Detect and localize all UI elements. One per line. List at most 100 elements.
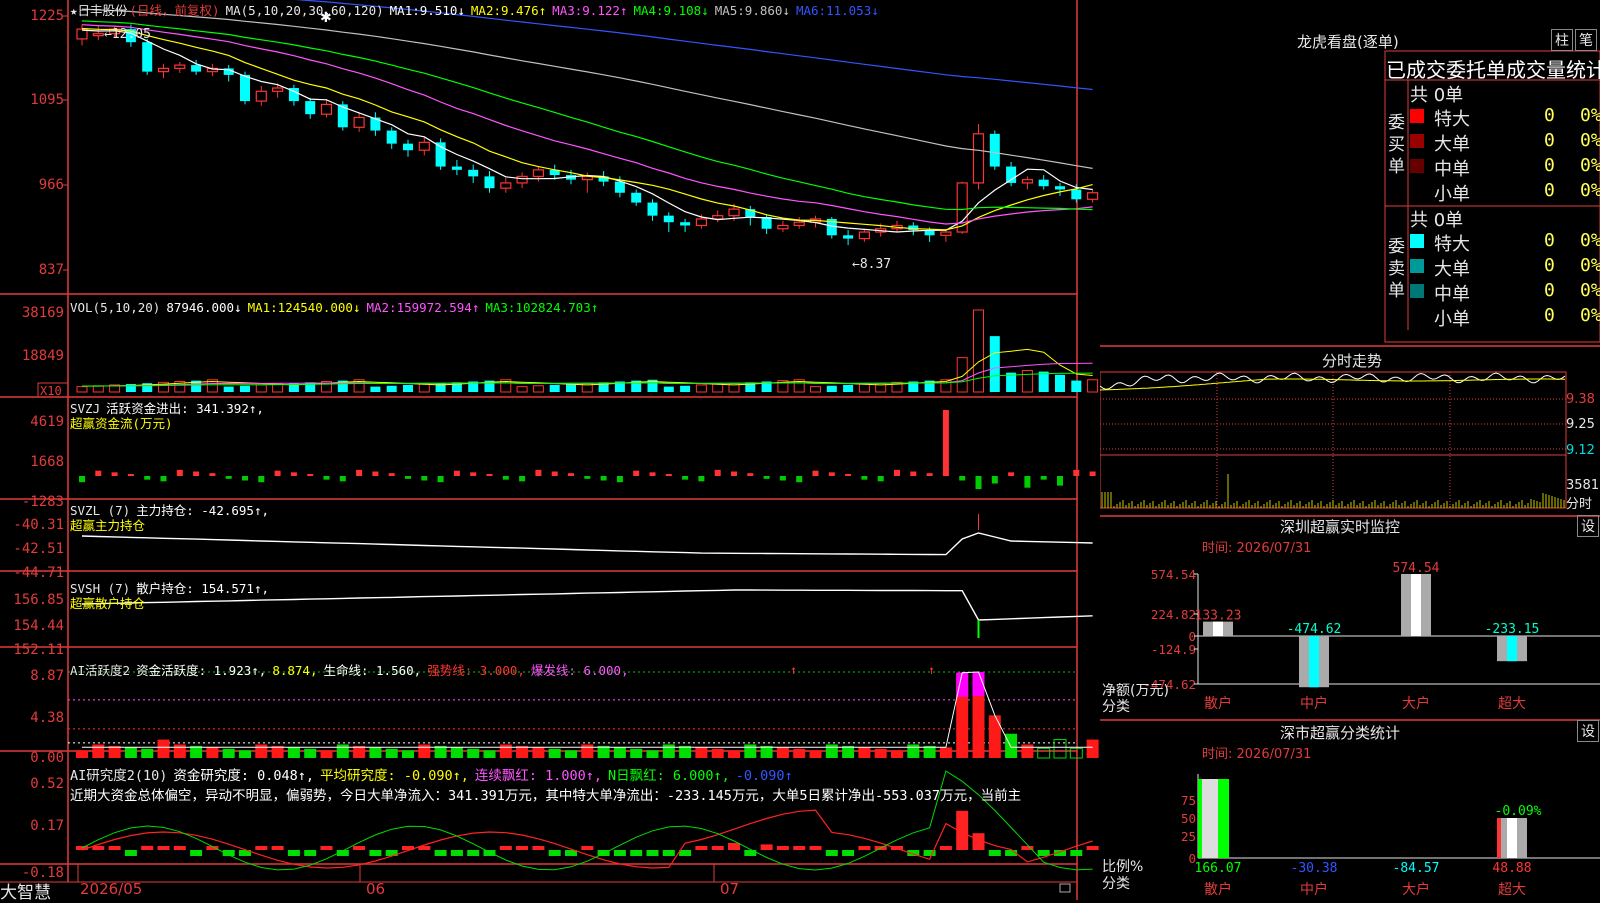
- ai-active-bar[interactable]: [402, 750, 414, 758]
- volume-bar[interactable]: [695, 384, 707, 393]
- volume-bar[interactable]: [76, 386, 88, 393]
- tick-mode-button[interactable]: 笔: [1575, 29, 1597, 51]
- volume-bar[interactable]: [858, 383, 870, 393]
- ai-active-bar[interactable]: [92, 744, 105, 758]
- volume-bar[interactable]: [240, 385, 250, 392]
- candle-body[interactable]: [272, 87, 284, 92]
- volume-bar[interactable]: [549, 384, 560, 392]
- svzj-bar[interactable]: [845, 474, 852, 476]
- svzj-bar[interactable]: [991, 476, 998, 484]
- svzj-bar[interactable]: [95, 470, 102, 476]
- ai-active-bar[interactable]: [728, 750, 740, 758]
- svzj-bar[interactable]: [942, 410, 949, 476]
- candle-body[interactable]: [1021, 179, 1034, 184]
- candle-body[interactable]: [1086, 192, 1099, 200]
- svzj-bar[interactable]: [242, 476, 248, 481]
- ai-research-bar[interactable]: [255, 846, 268, 850]
- volume-bar[interactable]: [386, 385, 397, 392]
- candle-body[interactable]: [777, 224, 789, 230]
- ai-research-bar[interactable]: [450, 850, 463, 856]
- svzj-bar[interactable]: [975, 476, 982, 490]
- ai-active-bar[interactable]: [385, 748, 398, 758]
- ai-research-bar[interactable]: [190, 850, 203, 856]
- ai-research-bar[interactable]: [320, 846, 333, 850]
- ai-research-bar[interactable]: [173, 846, 186, 850]
- ai-research-bar[interactable]: [369, 850, 382, 856]
- ai-active-bar[interactable]: [939, 747, 952, 758]
- ai-active-bar[interactable]: [907, 744, 920, 758]
- svzj-bar[interactable]: [258, 476, 265, 483]
- ai-research-bar[interactable]: [548, 850, 561, 856]
- candle-body[interactable]: [468, 169, 479, 177]
- ai-research-bar[interactable]: [271, 846, 284, 850]
- ai-research-bar[interactable]: [858, 846, 871, 850]
- ai-active-bar[interactable]: [467, 748, 480, 758]
- ai-research-bar[interactable]: [1086, 846, 1099, 850]
- volume-bar[interactable]: [403, 384, 413, 392]
- main-chart-area[interactable]: X10←12.05←8.37✱↑ ↑: [0, 0, 1100, 900]
- ai-active-bar[interactable]: [1021, 744, 1034, 758]
- svzj-bar[interactable]: [1040, 476, 1047, 480]
- stock-name[interactable]: ★日丰股份: [70, 3, 128, 18]
- volume-bar[interactable]: [989, 336, 1000, 392]
- svzj-bar[interactable]: [796, 476, 803, 483]
- ai-active-bar[interactable]: [173, 744, 186, 758]
- svzj-bar[interactable]: [682, 476, 689, 480]
- volume-bar[interactable]: [1071, 380, 1082, 392]
- svzj-bar[interactable]: [894, 469, 900, 476]
- candle-body[interactable]: [532, 169, 545, 177]
- ai-active-bar[interactable]: [613, 747, 626, 758]
- volume-bar[interactable]: [272, 383, 284, 393]
- ai-research-bar[interactable]: [434, 850, 447, 856]
- candle-body[interactable]: [1038, 179, 1049, 187]
- candle-body[interactable]: [858, 231, 871, 240]
- ai-active-bar[interactable]: [825, 744, 838, 758]
- ai-research-bar[interactable]: [1070, 850, 1083, 856]
- svzj-bar[interactable]: [584, 476, 591, 479]
- ai-active-bar[interactable]: [695, 747, 708, 758]
- svzj-bar[interactable]: [405, 476, 411, 479]
- ai-research-bar[interactable]: [662, 850, 675, 856]
- ai-research-bar[interactable]: [141, 845, 154, 850]
- svzj-bar[interactable]: [421, 476, 428, 481]
- ai-research-bar[interactable]: [581, 846, 594, 850]
- ai-research-bar[interactable]: [988, 850, 1001, 856]
- svzj-bar[interactable]: [731, 471, 737, 476]
- candle-body[interactable]: [647, 202, 658, 216]
- ai-research-bar[interactable]: [467, 850, 480, 856]
- candle-body[interactable]: [631, 192, 642, 203]
- svzj-bar[interactable]: [747, 473, 754, 476]
- ai-active-bar[interactable]: [1005, 733, 1018, 758]
- ai-active-bar[interactable]: [157, 739, 170, 758]
- ai-active-bar[interactable]: [646, 750, 659, 758]
- candle-body[interactable]: [940, 231, 952, 236]
- ai-active-bar[interactable]: [581, 744, 594, 758]
- volume-bar[interactable]: [418, 383, 430, 393]
- ai-research-bar[interactable]: [1037, 850, 1050, 856]
- ai-active-bar[interactable]: [874, 748, 887, 758]
- volume-bar[interactable]: [92, 385, 104, 393]
- svzj-bar[interactable]: [568, 473, 574, 476]
- ai-active-bar[interactable]: [450, 747, 463, 758]
- candle-body[interactable]: [1071, 189, 1082, 200]
- ai-active-bar[interactable]: [239, 750, 251, 758]
- candle-body[interactable]: [695, 218, 708, 227]
- svzj-bar[interactable]: [209, 473, 216, 476]
- svzj-bar[interactable]: [1057, 476, 1063, 486]
- candle-body[interactable]: [680, 222, 691, 226]
- svzj-bar[interactable]: [649, 472, 656, 476]
- candle-body[interactable]: [793, 221, 805, 227]
- svzj-bar[interactable]: [274, 470, 281, 476]
- ai-active-bar[interactable]: [1053, 739, 1067, 759]
- candle-body[interactable]: [989, 133, 1000, 167]
- svzj-bar[interactable]: [356, 469, 363, 476]
- volume-bar[interactable]: [973, 309, 984, 393]
- ai-active-bar[interactable]: [336, 744, 349, 758]
- svzj-bar[interactable]: [193, 471, 200, 476]
- candle-body[interactable]: [157, 67, 170, 73]
- candle-body[interactable]: [1055, 186, 1065, 190]
- svzj-bar[interactable]: [877, 476, 884, 482]
- ai-research-bar[interactable]: [809, 846, 822, 850]
- svzj-bar[interactable]: [225, 476, 232, 479]
- ai-active-bar[interactable]: [1037, 747, 1051, 759]
